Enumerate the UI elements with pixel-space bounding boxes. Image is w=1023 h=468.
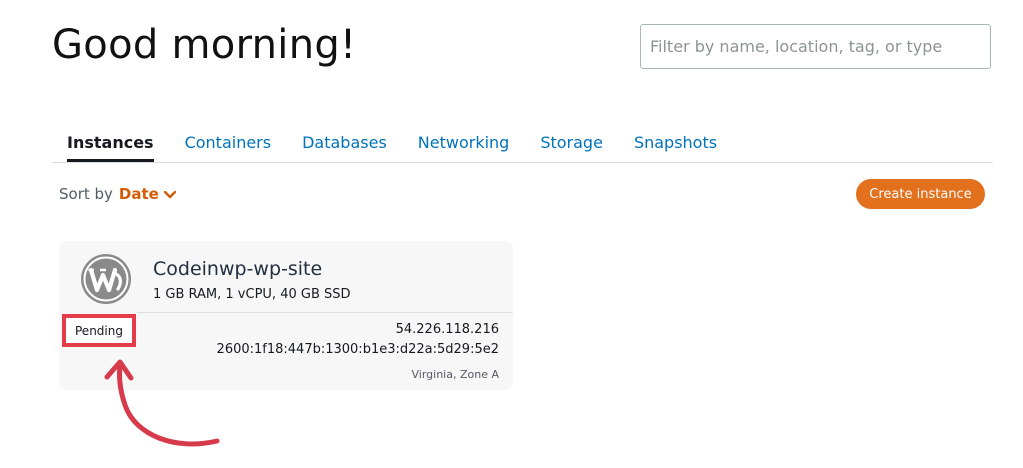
- tab-containers[interactable]: Containers: [185, 122, 272, 162]
- tab-instances[interactable]: Instances: [67, 122, 154, 162]
- tab-bar: Instances Containers Databases Networkin…: [52, 122, 993, 163]
- instance-name[interactable]: Codeinwp-wp-site: [153, 258, 322, 280]
- curved-arrow-annotation: [95, 355, 230, 450]
- ipv4-address: 54.226.118.216: [395, 322, 499, 337]
- chevron-down-icon: [163, 185, 177, 203]
- sort-control: Sort by Date: [59, 185, 177, 203]
- page-title: Good morning!: [52, 22, 357, 68]
- tab-storage[interactable]: Storage: [540, 122, 603, 162]
- status-badge: Pending: [62, 314, 136, 347]
- ipv6-address: 2600:1f18:447b:1300:b1e3:d22a:5d29:5e2: [216, 342, 499, 357]
- instance-zone: Virginia, Zone A: [411, 368, 500, 381]
- wordpress-icon: [80, 253, 132, 305]
- tab-snapshots[interactable]: Snapshots: [634, 122, 717, 162]
- sort-value: Date: [118, 185, 159, 203]
- instance-specs: 1 GB RAM, 1 vCPU, 40 GB SSD: [153, 287, 351, 302]
- sort-label: Sort by: [59, 185, 113, 203]
- sort-dropdown[interactable]: Date: [118, 185, 177, 203]
- card-divider: [137, 312, 513, 313]
- status-text: Pending: [75, 323, 123, 338]
- search-input[interactable]: [640, 24, 991, 69]
- create-instance-button[interactable]: Create instance: [856, 179, 985, 209]
- tab-databases[interactable]: Databases: [302, 122, 387, 162]
- tab-networking[interactable]: Networking: [418, 122, 510, 162]
